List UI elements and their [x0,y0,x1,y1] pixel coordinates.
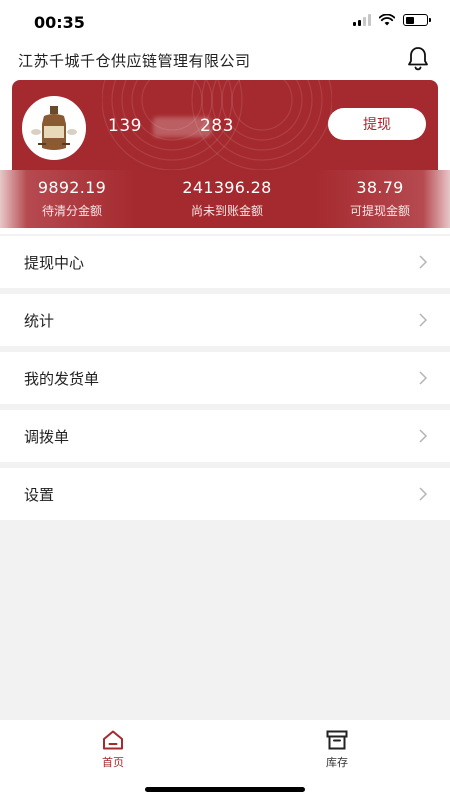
tab-label: 首页 [102,756,124,769]
company-name: 江苏千城千仓供应链管理有限公司 [18,52,251,70]
chevron-right-icon [419,487,428,501]
phone-mask [153,117,211,137]
phone-prefix: 139 [108,116,142,136]
tab-home[interactable]: 首页 [83,728,143,770]
stat-value: 38.79 [356,178,404,197]
stat-withdrawable: 38.79 可提现金额 [330,170,430,228]
home-icon [103,730,123,750]
archive-icon [326,730,348,750]
stat-not-arrived: 241396.28 尚未到账金额 [165,170,289,228]
chevron-right-icon [419,371,428,385]
chevron-right-icon [419,313,428,327]
menu-item-settings[interactable]: 设置 [0,468,450,520]
status-time: 00:35 [34,13,85,32]
menu-item-label: 统计 [24,311,55,330]
wifi-icon [379,14,395,26]
stat-pending-settlement: 9892.19 待清分金额 [20,170,124,228]
menu-item-transfer-orders[interactable]: 调拨单 [0,410,450,462]
bell-icon[interactable] [406,46,430,72]
liquor-bottle-icon [31,106,77,150]
withdraw-button[interactable]: 提现 [328,108,426,140]
chevron-right-icon [419,255,428,269]
stat-label: 可提现金额 [349,204,410,218]
status-icons [353,14,431,26]
stat-label: 待清分金额 [41,204,102,218]
header: 江苏千城千仓供应链管理有限公司 [0,44,450,84]
home-indicator [145,787,305,792]
signal-icon [353,14,371,26]
menu-item-withdraw-center[interactable]: 提现中心 [0,236,450,288]
avatar[interactable] [22,96,86,160]
balance-stats: 9892.19 待清分金额 241396.28 尚未到账金额 38.79 可提现… [0,170,450,228]
tab-label: 库存 [326,756,348,769]
menu-item-label: 提现中心 [24,253,85,272]
tab-bar: 首页 库存 [0,720,450,800]
stat-label: 尚未到账金额 [190,204,263,218]
menu-item-label: 调拨单 [24,427,70,446]
status-bar: 00:35 [0,0,450,44]
profile-card: 139 283 提现 [12,80,438,175]
tab-inventory[interactable]: 库存 [307,728,367,770]
chevron-right-icon [419,429,428,443]
battery-icon [403,14,431,26]
menu-list: 提现中心 统计 我的发货单 调拨单 设置 [0,236,450,526]
stat-value: 9892.19 [37,178,107,197]
stat-value: 241396.28 [182,178,272,197]
menu-item-label: 设置 [24,485,55,504]
menu-item-my-shipping-orders[interactable]: 我的发货单 [0,352,450,404]
menu-item-statistics[interactable]: 统计 [0,294,450,346]
menu-item-label: 我的发货单 [24,369,100,388]
